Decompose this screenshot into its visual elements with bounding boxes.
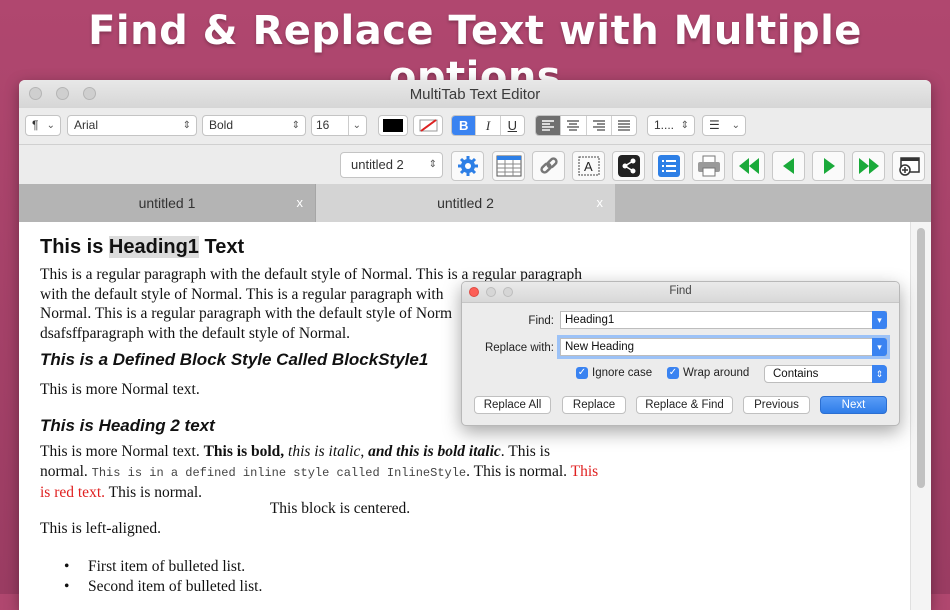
tab-label: untitled 2 [437, 195, 494, 211]
previous-button[interactable]: Previous [743, 396, 810, 414]
updown-chevron-icon: ⇕ [872, 365, 887, 383]
link-icon [539, 157, 558, 174]
replace-input[interactable]: New Heading ▾ [557, 335, 890, 359]
underline-button[interactable]: U [501, 116, 524, 135]
document-select[interactable]: untitled 2 ⇕ [340, 152, 443, 178]
printer-icon [697, 155, 720, 177]
list-view-button[interactable] [652, 151, 685, 181]
red-text: This [570, 462, 599, 480]
fast-forward-icon [858, 158, 879, 174]
line-spacing-select[interactable]: 1.... ⇕ [647, 115, 695, 136]
centered-block: This block is centered. [269, 500, 411, 517]
share-button[interactable] [612, 151, 645, 181]
gear-icon [457, 156, 478, 176]
scrollbar-thumb[interactable] [917, 228, 925, 488]
match-mode-select[interactable]: Contains ⇕ [764, 365, 887, 383]
table-icon [496, 155, 521, 177]
font-weight-select[interactable]: Bold ⇕ [202, 115, 306, 136]
print-button[interactable] [692, 151, 725, 181]
font-size-combo[interactable]: 16 ⌄ [311, 115, 367, 136]
tab-label: untitled 1 [138, 195, 196, 211]
replace-label: Replace with: [484, 342, 554, 354]
first-page-button[interactable] [732, 151, 765, 181]
insert-table-button[interactable] [492, 151, 525, 181]
wrap-around-label: Wrap around [683, 367, 750, 379]
align-center-icon [567, 120, 580, 131]
vertical-scrollbar[interactable] [910, 222, 931, 610]
tab-bar: untitled 1 x untitled 2 x [19, 184, 931, 222]
wrap-around-checkbox[interactable]: ✓ [667, 367, 679, 379]
list-view-icon [657, 155, 680, 177]
replace-all-button[interactable]: Replace All [474, 396, 551, 414]
share-icon [617, 155, 640, 177]
list-item: • Second item of bulleted list. [64, 577, 263, 595]
paragraph-more-normal: This is more Normal text. [40, 381, 200, 398]
close-tab-icon[interactable]: x [597, 184, 604, 222]
list-item: • First item of bulleted list. [64, 558, 246, 575]
replace-button[interactable]: Replace [562, 396, 626, 414]
align-right-icon [592, 120, 605, 131]
align-right-button[interactable] [587, 116, 612, 135]
ignore-case-checkbox[interactable]: ✓ [576, 367, 588, 379]
font-family-select[interactable]: Arial ⇕ [67, 115, 197, 136]
find-dialog-titlebar: Find [462, 282, 899, 303]
text-style-segment: B I U [451, 115, 525, 136]
window-title: MultiTab Text Editor [409, 86, 541, 103]
ignore-case-label: Ignore case [592, 367, 653, 379]
previous-page-button[interactable] [772, 151, 805, 181]
tab-untitled-2[interactable]: untitled 2 x [316, 184, 615, 222]
align-justify-icon [617, 120, 630, 131]
insert-link-button[interactable] [532, 151, 565, 181]
chevron-down-icon[interactable]: ▾ [872, 311, 887, 329]
find-input[interactable]: Heading1 ▾ [560, 311, 887, 329]
title-bar: MultiTab Text Editor [19, 80, 931, 108]
align-left-button[interactable] [536, 116, 562, 135]
find-dialog: Find Find: Heading1 ▾ Replace with: New H… [461, 281, 900, 426]
chevron-down-icon[interactable]: ▾ [872, 338, 887, 356]
arrow-left-icon [782, 158, 794, 174]
align-center-button[interactable] [561, 116, 587, 135]
heading-1: This is Heading1 Text [40, 236, 245, 258]
paragraph-mixed: This is more Normal text. This is bold, … [40, 443, 599, 501]
tab-untitled-1[interactable]: untitled 1 x [19, 184, 316, 222]
last-page-button[interactable] [852, 151, 885, 181]
next-button[interactable]: Next [820, 396, 887, 414]
no-highlight-icon [419, 119, 438, 132]
text-color-well[interactable] [378, 115, 408, 136]
find-dialog-title: Find [669, 285, 692, 297]
bold-button[interactable]: B [452, 116, 477, 135]
close-tab-icon[interactable]: x [297, 184, 304, 222]
rewind-icon [738, 158, 759, 174]
format-toolbar: ¶ ⌄ Arial ⇕ Bold ⇕ 16 ⌄ B I U 1.... ⇕ ☰ ⌄ [19, 110, 931, 140]
insert-text-box-button[interactable]: A [572, 151, 605, 181]
paragraph-style-select[interactable]: ¶ ⌄ [25, 115, 61, 136]
italic-button[interactable]: I [476, 116, 501, 135]
replace-and-find-button[interactable]: Replace & Find [636, 396, 733, 414]
main-toolbar: untitled 2 ⇕ A [19, 144, 931, 185]
highlight-color-well[interactable] [413, 115, 443, 136]
align-justify-button[interactable] [612, 116, 636, 135]
alignment-segment [535, 115, 637, 136]
block-style-heading: This is a Defined Block Style Called Blo… [40, 350, 429, 369]
settings-button[interactable] [451, 151, 484, 181]
text-box-icon: A [578, 156, 599, 176]
search-highlight: Heading1 [108, 236, 199, 258]
add-window-icon [898, 157, 920, 176]
heading-2: This is Heading 2 text [40, 416, 215, 435]
find-label: Find: [528, 315, 554, 327]
bulleted-list: • First item of bulleted list. • Second it… [64, 557, 262, 596]
arrow-right-icon [823, 158, 835, 174]
inline-style-text: This is in a defined inline style called… [91, 465, 467, 480]
next-page-button[interactable] [812, 151, 845, 181]
new-tab-button[interactable] [892, 151, 925, 181]
align-left-icon [542, 120, 555, 131]
left-aligned-block: This is left-aligned. [40, 520, 161, 537]
svg-text:A: A [584, 159, 593, 174]
list-style-select[interactable]: ☰ ⌄ [702, 115, 746, 136]
list-icon: ☰ [709, 118, 720, 132]
